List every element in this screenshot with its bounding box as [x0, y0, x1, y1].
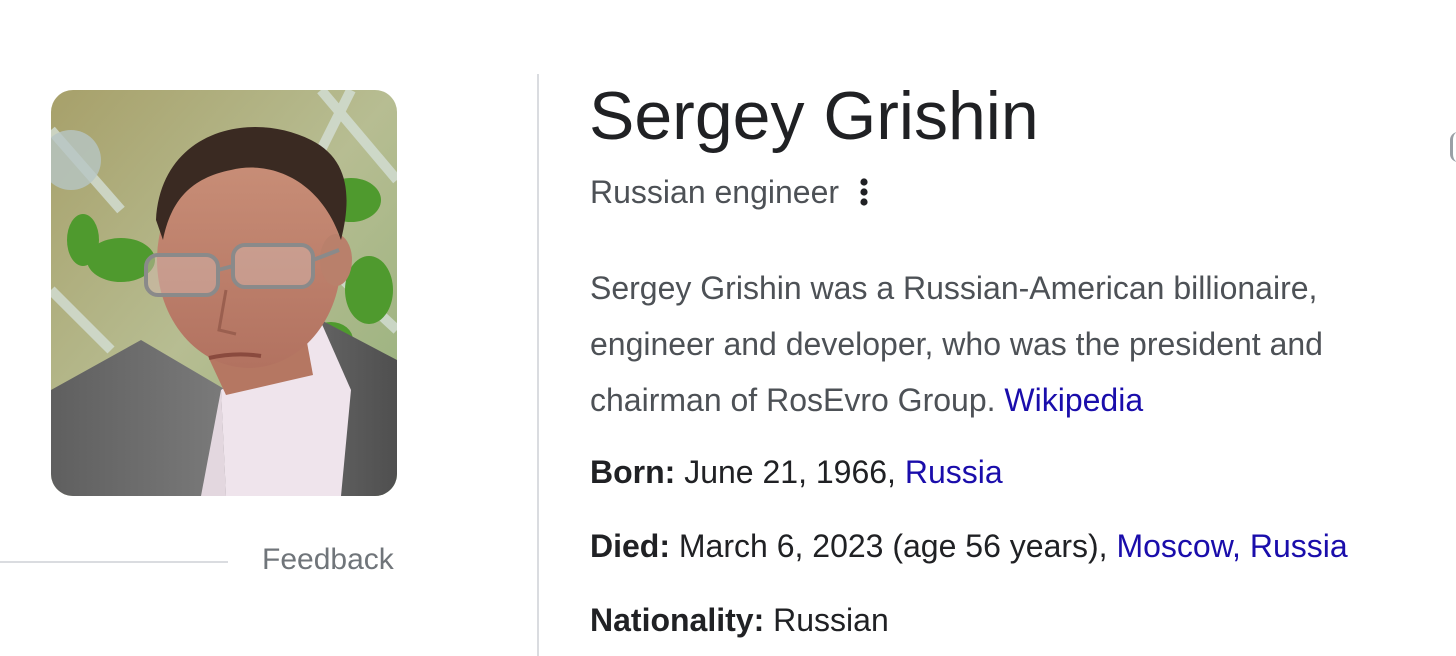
- feedback-divider-line: [0, 561, 228, 563]
- fact-born: Born: June 21, 1966, Russia: [590, 450, 1003, 494]
- more-options-button[interactable]: [857, 170, 871, 214]
- death-place-link[interactable]: Moscow, Russia: [1116, 528, 1347, 564]
- wikipedia-link[interactable]: Wikipedia: [1004, 382, 1143, 418]
- fact-value: March 6, 2023 (age 56 years),: [670, 528, 1117, 564]
- fact-value: June 21, 1966,: [675, 454, 905, 490]
- feedback-link[interactable]: Feedback: [262, 540, 394, 580]
- adjacent-panel-edge: [1450, 132, 1456, 162]
- description-line: engineer and developer, who was the pres…: [590, 326, 1323, 362]
- born-place-link[interactable]: Russia: [905, 454, 1003, 490]
- fact-nationality: Nationality: Russian: [590, 598, 889, 642]
- description-line: Sergey Grishin was a Russian-American bi…: [590, 270, 1318, 306]
- column-divider: [537, 74, 539, 656]
- more-vert-icon: [860, 178, 868, 206]
- entity-subtitle-row: Russian engineer: [590, 170, 871, 214]
- description-line: chairman of RosEvro Group. Wikipedia: [590, 372, 1420, 428]
- fact-value: Russian: [764, 602, 889, 638]
- fact-label: Nationality:: [590, 602, 765, 638]
- person-photo[interactable]: [51, 90, 397, 496]
- entity-description: Sergey Grishin was a Russian-American bi…: [590, 260, 1420, 428]
- fact-label: Born:: [590, 454, 676, 490]
- fact-died: Died: March 6, 2023 (age 56 years), Mosc…: [590, 524, 1348, 568]
- fact-label: Died:: [590, 528, 670, 564]
- entity-title: Sergey Grishin: [589, 78, 1039, 154]
- entity-subtitle: Russian engineer: [590, 174, 840, 210]
- description-text: chairman of RosEvro Group.: [590, 382, 1005, 418]
